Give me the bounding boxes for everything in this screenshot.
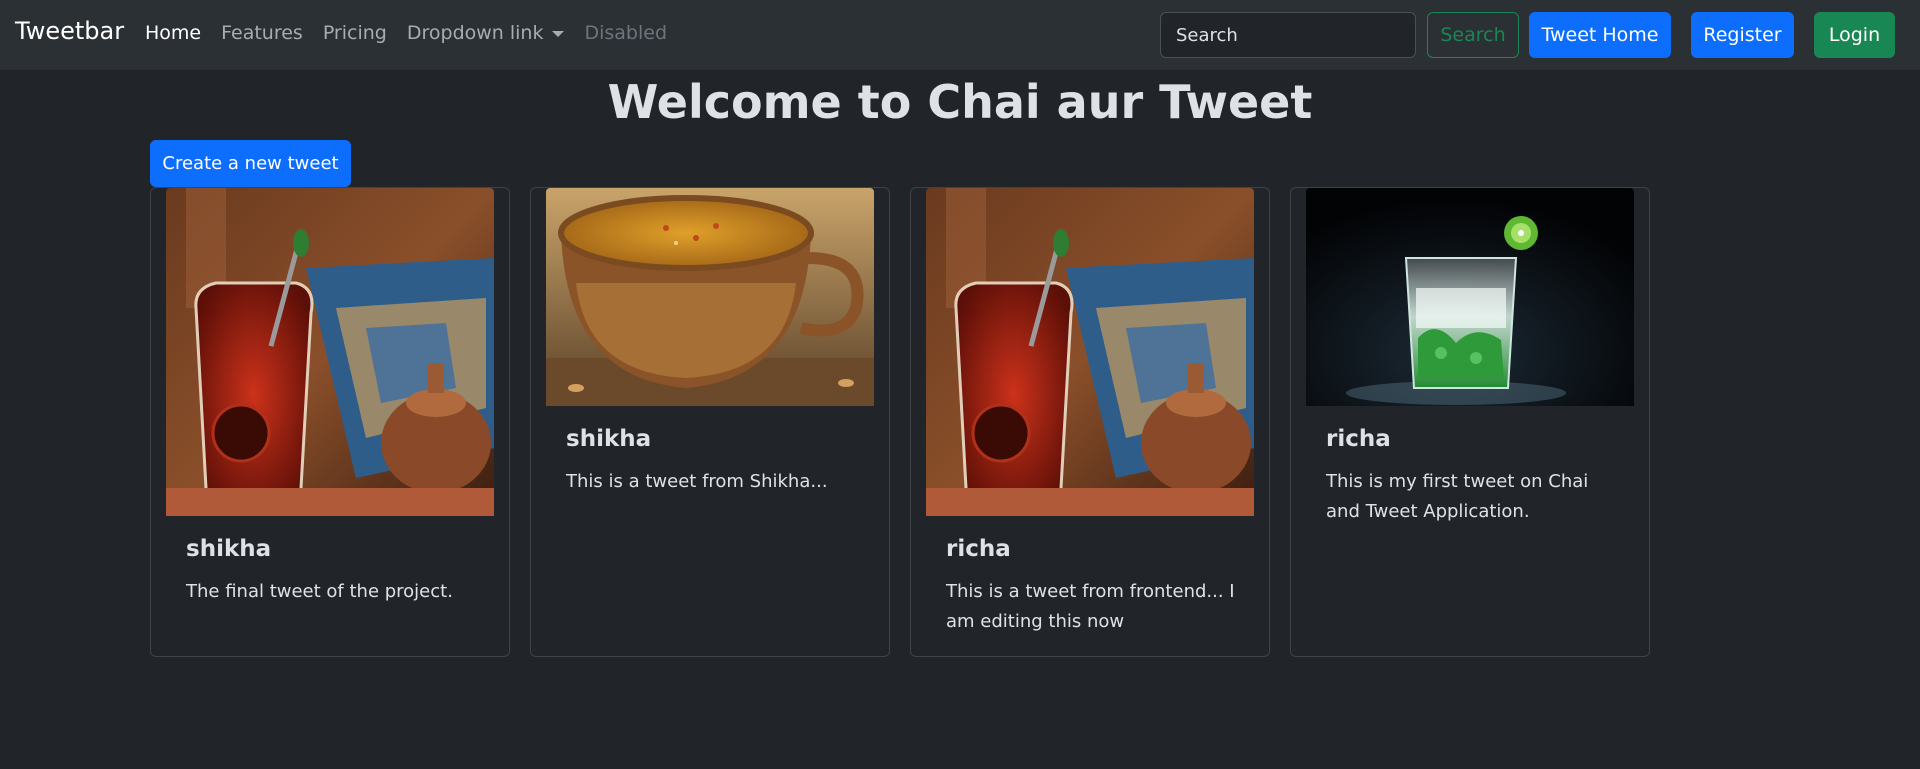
search-button[interactable]: Search (1427, 12, 1519, 58)
tweet-card: richa This is my first tweet on Chai and… (1290, 187, 1650, 657)
tweet-author: richa (1326, 426, 1391, 452)
tweet-card: richa This is a tweet from frontend... I… (910, 187, 1270, 657)
tweet-text: This is a tweet from frontend... I am ed… (946, 581, 1235, 632)
page-title: Welcome to Chai aur Tweet (607, 75, 1313, 129)
caret-down-icon (552, 31, 565, 37)
tweet-home-button[interactable]: Tweet Home (1529, 12, 1671, 58)
tweet-author: richa (946, 536, 1011, 562)
search-input[interactable] (1160, 12, 1416, 58)
tweet-text: This is my first tweet on Chai and Tweet… (1326, 471, 1589, 522)
tweet-text: This is a tweet from Shikha... (566, 471, 828, 492)
chai-glass-image (926, 188, 1254, 516)
saffron-tea-image (546, 188, 874, 406)
mojito-glass-image (1306, 188, 1634, 406)
tweet-author: shikha (566, 426, 652, 452)
nav-home[interactable]: Home (145, 22, 201, 44)
login-button[interactable]: Login (1814, 12, 1895, 58)
tweet-card: shikha This is a tweet from Shikha... (530, 187, 890, 657)
nav-links: Home Features Pricing Dropdown link Disa… (145, 22, 687, 44)
tweet-text: The final tweet of the project. (186, 581, 453, 602)
nav-features[interactable]: Features (221, 22, 303, 44)
tweet-card: shikha The final tweet of the project. (150, 187, 510, 657)
nav-disabled: Disabled (584, 22, 668, 44)
nav-dropdown[interactable]: Dropdown link (407, 22, 565, 44)
brand-logo[interactable]: Tweetbar (15, 17, 124, 45)
tweet-author: shikha (186, 536, 272, 562)
register-button[interactable]: Register (1691, 12, 1794, 58)
create-tweet-button[interactable]: Create a new tweet (150, 140, 351, 187)
nav-dropdown-label: Dropdown link (406, 22, 544, 44)
chai-glass-image (166, 188, 494, 516)
navbar: Tweetbar Home Features Pricing Dropdown … (0, 0, 1920, 70)
nav-pricing[interactable]: Pricing (323, 22, 387, 44)
